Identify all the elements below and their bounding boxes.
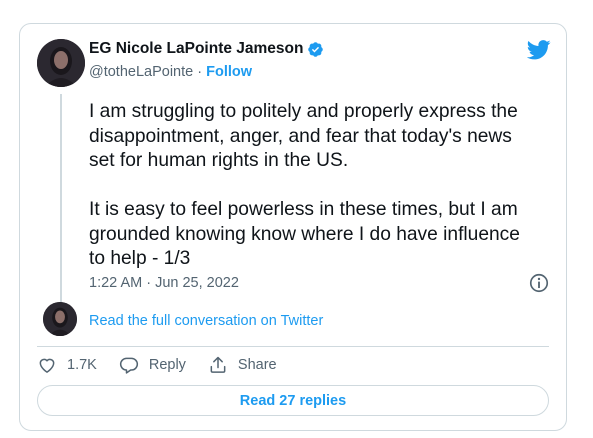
heart-icon: [39, 358, 55, 373]
author-handle-row: @totheLaPointe · Follow: [89, 64, 252, 80]
thread-line: [60, 94, 62, 304]
reply-bubble-icon: [119, 357, 138, 374]
author-avatar[interactable]: [37, 39, 85, 87]
read-replies-button[interactable]: Read 27 replies: [37, 385, 549, 416]
tweet-timestamp[interactable]: 1:22 AM · Jun 25, 2022: [89, 275, 239, 291]
tweet-card: EG Nicole LaPointe Jameson @totheLaPoint…: [19, 23, 567, 431]
handle-separator: ·: [193, 64, 207, 80]
like-button[interactable]: 1.7K: [37, 355, 97, 375]
tweet-paragraph-2: It is easy to feel powerless in these ti…: [89, 199, 520, 269]
follow-button[interactable]: Follow: [206, 64, 252, 80]
reply-label: Reply: [148, 357, 186, 373]
author-name-row[interactable]: EG Nicole LaPointe Jameson: [89, 40, 324, 58]
divider: [37, 346, 549, 347]
reply-button[interactable]: Reply: [119, 355, 186, 375]
info-icon[interactable]: [528, 272, 550, 294]
share-icon: [210, 356, 226, 373]
conversation-avatar[interactable]: [43, 302, 77, 336]
read-full-conversation-link[interactable]: Read the full conversation on Twitter: [89, 313, 323, 329]
twitter-bird-icon[interactable]: [527, 40, 551, 60]
tweet-paragraph-1: I am struggling to politely and properly…: [89, 101, 518, 171]
tweet-actions: 1.7K Reply Share: [37, 355, 299, 375]
author-display-name[interactable]: EG Nicole LaPointe Jameson: [89, 40, 303, 58]
share-label: Share: [237, 357, 277, 373]
like-count: 1.7K: [67, 357, 97, 373]
verified-badge-icon: [308, 41, 324, 57]
share-button[interactable]: Share: [208, 355, 277, 375]
tweet-text: I am struggling to politely and properly…: [89, 100, 555, 272]
author-handle[interactable]: @totheLaPointe: [89, 64, 193, 80]
